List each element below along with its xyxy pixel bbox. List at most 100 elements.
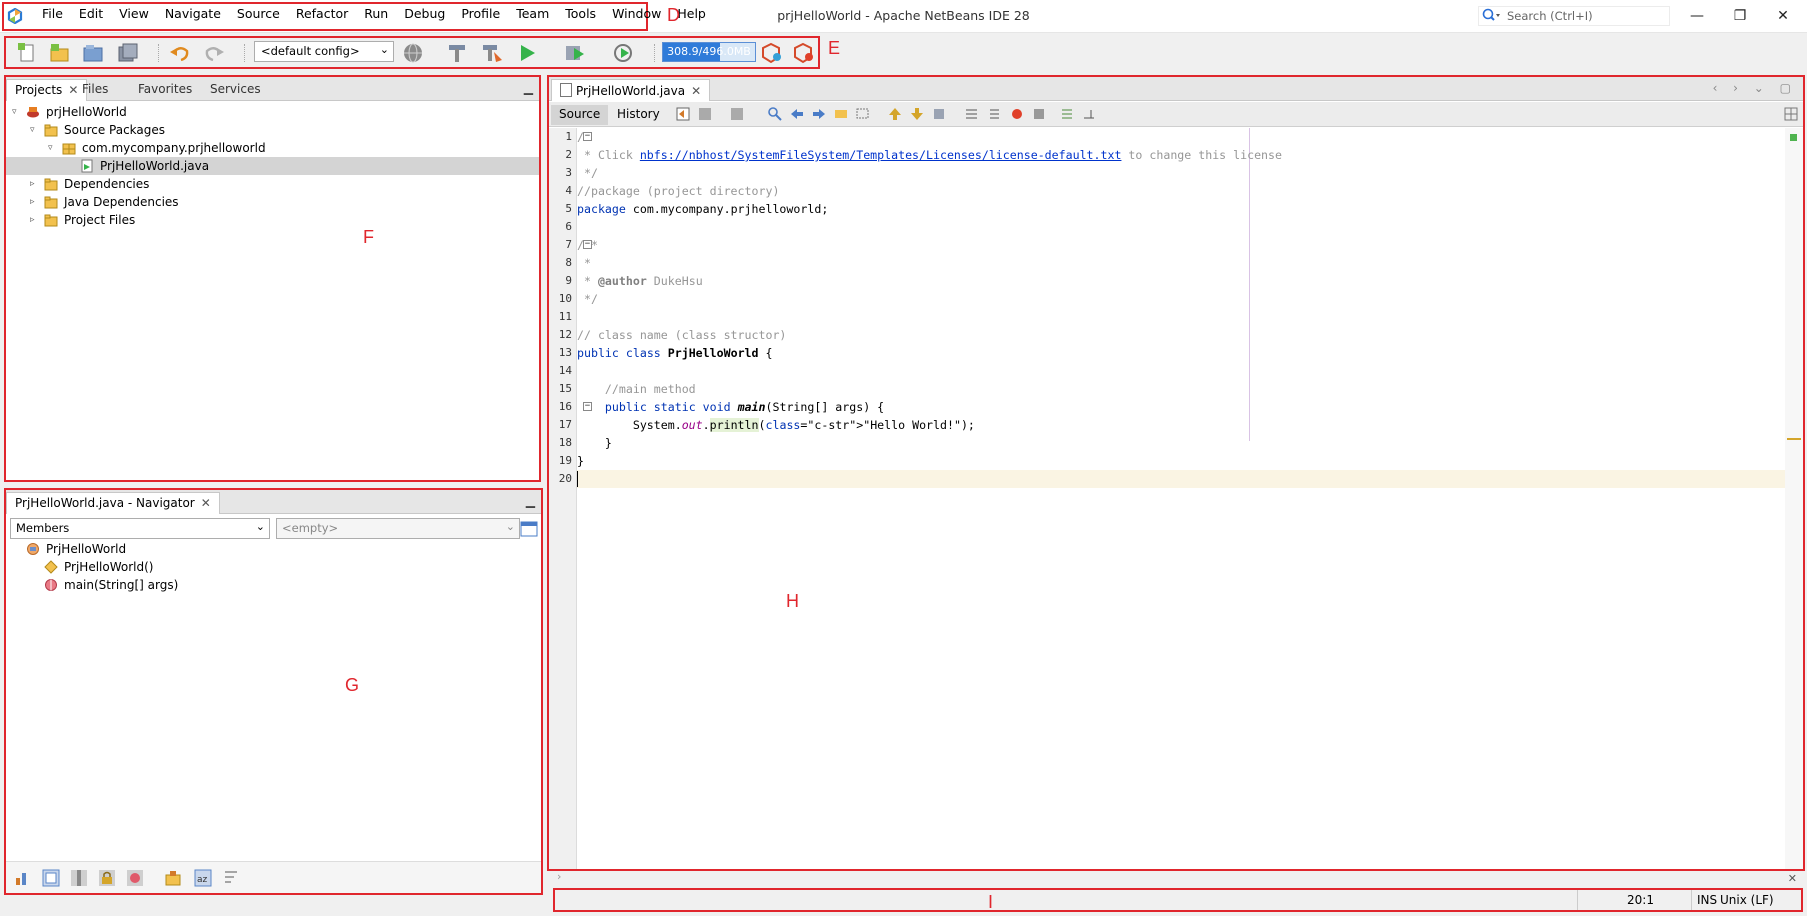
split-editor-icon[interactable]	[1783, 106, 1799, 122]
line-number: 6	[565, 220, 572, 233]
chevron-down-icon[interactable]: ▿	[30, 125, 40, 135]
chevron-right-icon[interactable]: ▹	[30, 197, 40, 207]
tab-navigator[interactable]: PrjHelloWorld.java - Navigator ✕	[6, 492, 220, 514]
menu-item-refactor[interactable]: Refactor	[288, 6, 356, 22]
menu-item-view[interactable]: View	[111, 6, 157, 22]
tab-source[interactable]: Source	[551, 105, 609, 125]
show-fqn-icon[interactable]	[164, 869, 182, 887]
tab-history[interactable]: History	[609, 105, 668, 125]
tab-services[interactable]: Services	[202, 79, 269, 101]
toggle-rect-selection-icon[interactable]	[855, 106, 871, 122]
debug-project-icon[interactable]	[564, 42, 588, 64]
chevron-right-icon[interactable]: ▹	[30, 215, 40, 225]
navigator-tree-row[interactable]: main(String[] args)	[6, 576, 541, 594]
show-members-icon[interactable]	[126, 869, 144, 887]
globe-browser-icon[interactable]	[402, 42, 426, 64]
minimize-window-button[interactable]: —	[1682, 4, 1712, 28]
chevron-right-icon[interactable]: ▹	[30, 179, 40, 189]
configuration-select[interactable]: <default config> ⌄	[254, 41, 394, 62]
open-project-icon[interactable]	[82, 42, 106, 64]
menu-item-file[interactable]: File	[34, 6, 71, 22]
projects-tree-row[interactable]: ▹ Project Files	[6, 211, 539, 229]
projects-tree-row[interactable]: ▿ Source Packages	[6, 121, 539, 139]
show-static-icon[interactable]	[70, 869, 88, 887]
toggle-bookmark-icon[interactable]	[931, 106, 947, 122]
stop-macro-icon[interactable]	[1031, 106, 1047, 122]
projects-tree-row[interactable]: ▹ Java Dependencies	[6, 193, 539, 211]
start-comment-icon[interactable]	[1059, 106, 1075, 122]
menu-item-source[interactable]: Source	[229, 6, 288, 22]
search-icon[interactable]	[1481, 8, 1501, 24]
error-stripe[interactable]	[1785, 128, 1803, 869]
fold-toggle-icon[interactable]: −	[583, 240, 592, 249]
menu-item-run[interactable]: Run	[356, 6, 396, 22]
minimize-panel-icon[interactable]: ▁	[524, 81, 533, 95]
projects-tree-row[interactable]: PrjHelloWorld.java	[6, 157, 539, 175]
new-file-icon[interactable]	[16, 42, 40, 64]
clean-build-icon[interactable]	[480, 42, 504, 64]
close-window-button[interactable]: ✕	[1768, 4, 1798, 28]
memory-usage-bar[interactable]: 308.9/496.0MB	[662, 42, 756, 62]
close-icon[interactable]: ✕	[1788, 872, 1797, 885]
menu-item-team[interactable]: Team	[508, 6, 557, 22]
navigator-options-icon[interactable]	[520, 520, 538, 538]
fold-toggle-icon[interactable]: −	[583, 402, 592, 411]
show-inherited-icon[interactable]	[14, 869, 32, 887]
insert-mode[interactable]: INS	[1697, 893, 1717, 907]
profiler-snapshot-icon[interactable]	[792, 42, 816, 64]
menu-item-tools[interactable]: Tools	[557, 6, 604, 22]
show-non-public-icon[interactable]	[98, 869, 116, 887]
chevron-down-icon[interactable]: ▿	[12, 107, 22, 117]
navigator-tree-row[interactable]: PrjHelloWorld()	[6, 558, 541, 576]
next-bookmark-icon[interactable]	[909, 106, 925, 122]
shift-right-icon[interactable]	[985, 106, 1001, 122]
tab-files[interactable]: Files	[74, 79, 116, 101]
navigator-tree-row[interactable]: PrjHelloWorld	[6, 540, 541, 558]
editor-tab-nav-icons[interactable]: ‹ › ⌄ ▢	[1713, 81, 1797, 95]
run-project-icon[interactable]	[516, 42, 540, 64]
find-next-icon[interactable]	[811, 106, 827, 122]
uncomment-icon[interactable]	[1081, 106, 1097, 122]
chevron-down-icon[interactable]: ▿	[48, 143, 58, 153]
expand-output-icon[interactable]: ›	[557, 870, 561, 883]
members-select[interactable]: Members ⌄	[10, 518, 270, 539]
sort-by-name-icon[interactable]: az	[194, 869, 212, 887]
gc-snapshot-icon[interactable]	[760, 42, 784, 64]
back-icon[interactable]	[697, 106, 713, 122]
tab-prjhelloworld-java[interactable]: PrjHelloWorld.java ✕	[551, 79, 711, 101]
projects-tree-row[interactable]: ▹ Dependencies	[6, 175, 539, 193]
menu-item-debug[interactable]: Debug	[396, 6, 453, 22]
save-all-icon[interactable]	[116, 42, 140, 64]
profile-project-icon[interactable]	[612, 42, 636, 64]
build-hammer-icon[interactable]	[446, 42, 470, 64]
tab-favorites[interactable]: Favorites	[130, 79, 200, 101]
minimize-panel-icon[interactable]: ▁	[526, 494, 535, 508]
previous-bookmark-icon[interactable]	[887, 106, 903, 122]
code-editor[interactable]: /* * Click nbfs://nbhost/SystemFileSyste…	[577, 128, 1785, 869]
search-field[interactable]: Search (Ctrl+I)	[1478, 6, 1670, 26]
find-icon[interactable]	[767, 106, 783, 122]
record-macro-icon[interactable]	[1009, 106, 1025, 122]
forward-icon[interactable]	[729, 106, 745, 122]
menu-item-navigate[interactable]: Navigate	[157, 6, 229, 22]
redo-icon[interactable]	[202, 42, 226, 64]
fold-toggle-icon[interactable]: −	[583, 132, 592, 141]
close-icon[interactable]: ✕	[201, 496, 211, 510]
show-fields-icon[interactable]	[42, 869, 60, 887]
menu-item-window[interactable]: Window	[604, 6, 669, 22]
find-previous-icon[interactable]	[789, 106, 805, 122]
projects-tree-row[interactable]: ▿ prjHelloWorld	[6, 103, 539, 121]
shift-left-icon[interactable]	[963, 106, 979, 122]
menu-item-profile[interactable]: Profile	[453, 6, 508, 22]
line-endings[interactable]: Unix (LF)	[1720, 893, 1774, 907]
menu-item-edit[interactable]: Edit	[71, 6, 111, 22]
projects-tree-row[interactable]: ▿ com.mycompany.prjhelloworld	[6, 139, 539, 157]
toggle-highlight-icon[interactable]	[833, 106, 849, 122]
last-edit-icon[interactable]	[675, 106, 691, 122]
close-icon[interactable]: ✕	[691, 84, 701, 98]
navigator-context-select[interactable]: <empty> ⌄	[276, 518, 520, 539]
undo-icon[interactable]	[168, 42, 192, 64]
sort-by-source-icon[interactable]	[222, 869, 240, 887]
restore-window-button[interactable]: ❐	[1725, 4, 1755, 28]
new-project-icon[interactable]	[48, 42, 72, 64]
